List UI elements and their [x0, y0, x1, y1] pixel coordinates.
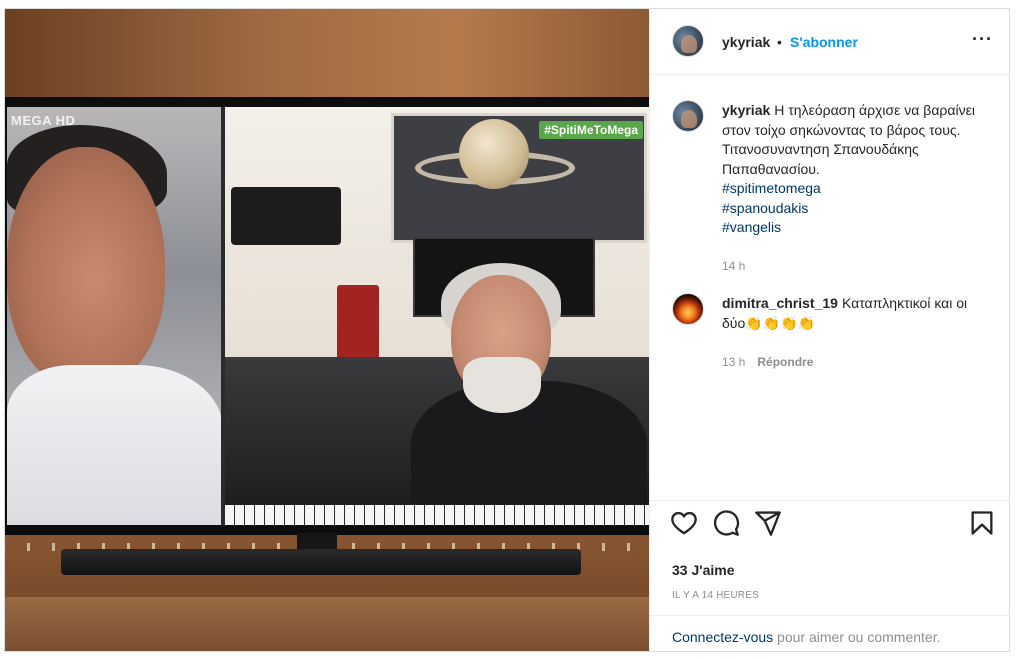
hashtag-bug: #SpitiMeToMega — [539, 121, 643, 139]
planet — [459, 119, 529, 189]
share-icon[interactable] — [754, 509, 782, 537]
action-bar — [650, 500, 1009, 548]
hashtag-link[interactable]: #spanoudakis — [722, 199, 984, 219]
musician-beard — [463, 357, 541, 413]
login-prompt: Connectez-vous pour aimer ou commenter. — [650, 615, 1009, 651]
commenter-username[interactable]: dimitra_christ_19 — [722, 295, 838, 311]
speaker — [231, 187, 341, 245]
separator-dot: • — [777, 34, 782, 50]
wall — [5, 9, 649, 104]
caption-avatar[interactable] — [672, 100, 704, 132]
caption-username[interactable]: ykyriak — [722, 102, 770, 118]
comment-meta: 13 h Répondre — [722, 355, 813, 369]
tv-stand — [61, 549, 581, 575]
follow-button[interactable]: S'abonner — [790, 34, 858, 50]
save-icon[interactable] — [968, 509, 996, 537]
comment: dimitra_christ_19 Καταπληκτικοί και οι δύ… — [722, 294, 994, 333]
username-link[interactable]: ykyriak — [722, 34, 770, 50]
instagram-post: MEGA HD #SpitiMeToMega ykyriak • S'abonn… — [4, 8, 1010, 652]
heart-icon[interactable] — [670, 509, 698, 537]
television: MEGA HD #SpitiMeToMega — [5, 97, 649, 535]
commenter-avatar[interactable] — [672, 293, 704, 325]
caption-timestamp[interactable]: 14 h — [722, 259, 745, 273]
comment-timestamp[interactable]: 13 h — [722, 355, 745, 369]
post-panel: ykyriak • S'abonner ··· ykyriak Η τηλεόρα… — [649, 9, 1009, 651]
comment-icon[interactable] — [712, 509, 740, 537]
host-face — [7, 147, 165, 387]
hashtag-link[interactable]: #spitimetomega — [722, 179, 984, 199]
tv-screen: MEGA HD #SpitiMeToMega — [7, 107, 649, 525]
post-age[interactable]: IL Y A 14 HEURES — [672, 590, 759, 601]
hashtag-link[interactable]: #vangelis — [722, 218, 984, 238]
sideboard — [5, 597, 649, 651]
avatar[interactable] — [672, 25, 704, 57]
channel-logo: MEGA HD — [11, 113, 76, 128]
login-text: Connectez-vous pour aimer ou commenter. — [672, 629, 940, 645]
comments-area[interactable]: ykyriak Η τηλεόραση άρχισε να βαραίνει στ… — [650, 76, 1009, 500]
more-options-icon[interactable]: ··· — [972, 29, 993, 50]
host-shirt — [7, 365, 223, 525]
post-header: ykyriak • S'abonner ··· — [650, 9, 1009, 75]
reply-button[interactable]: Répondre — [757, 355, 813, 369]
piano-keys — [225, 505, 649, 525]
login-link[interactable]: Connectez-vous — [672, 629, 773, 645]
studio-room: #SpitiMeToMega — [225, 107, 649, 525]
likes-count[interactable]: 33 J'aime — [672, 562, 735, 578]
caption: ykyriak Η τηλεόραση άρχισε να βαραίνει στ… — [722, 101, 984, 238]
post-photo[interactable]: MEGA HD #SpitiMeToMega — [5, 9, 649, 651]
red-speaker — [337, 285, 379, 359]
login-rest-text: pour aimer ou commenter. — [773, 629, 941, 645]
